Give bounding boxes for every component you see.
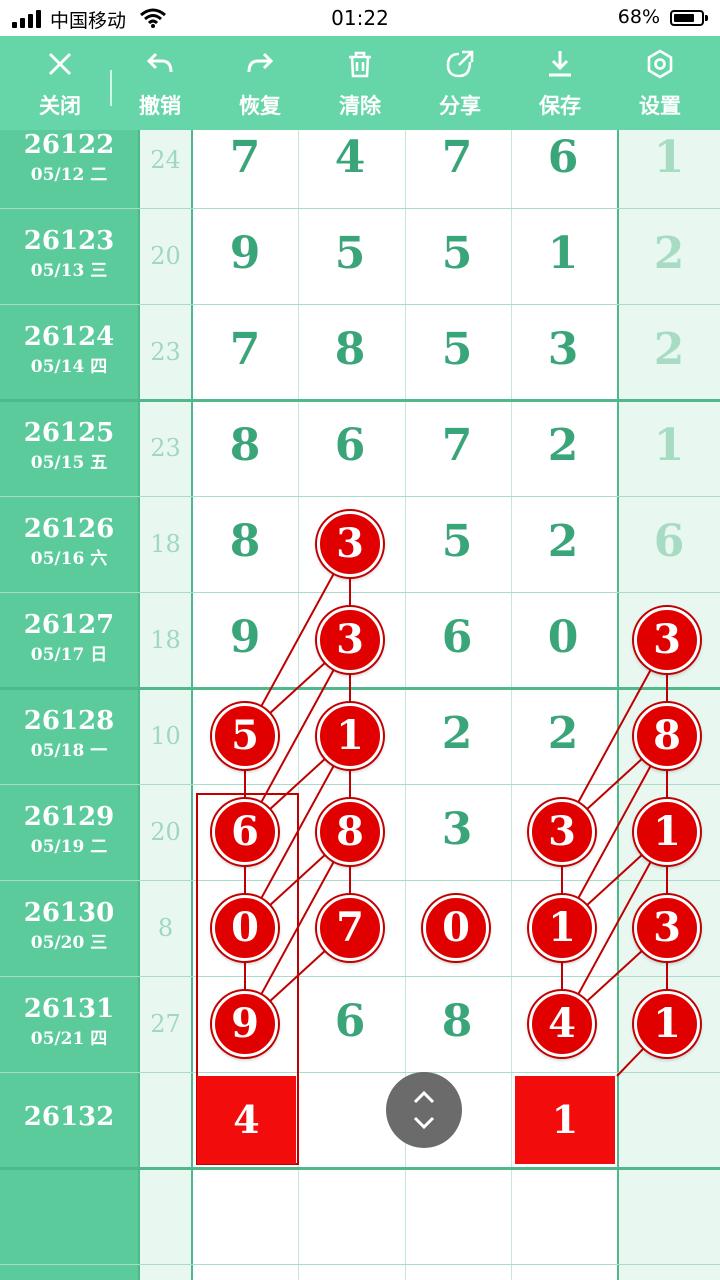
close-button[interactable]: 关闭 [10,36,110,130]
redo-button[interactable]: 恢复 [210,36,310,130]
expand-collapse-icon [413,1090,435,1130]
highlight-ball[interactable]: 7 [317,895,383,961]
highlight-ball[interactable]: 0 [212,895,278,961]
settings-icon [647,49,673,79]
highlight-ball[interactable]: 3 [634,895,700,961]
undo-icon [146,52,173,73]
prediction-box[interactable]: 4 [197,1076,296,1164]
close-icon [48,52,72,76]
save-label: 保存 [539,94,581,118]
prediction-box[interactable]: 1 [515,1076,615,1164]
highlight-ball[interactable]: 3 [317,607,383,673]
clear-button[interactable]: 清除 [310,36,410,130]
highlight-ball[interactable]: 4 [529,991,595,1057]
undo-label: 撤销 [139,94,181,118]
close-label: 关闭 [39,94,81,118]
highlight-ball[interactable]: 3 [317,511,383,577]
clock: 01:22 [331,6,389,30]
highlight-ball[interactable]: 3 [529,799,595,865]
redo-label: 恢复 [239,94,281,118]
highlight-ball[interactable]: 8 [317,799,383,865]
undo-button[interactable]: 撤销 [110,36,210,130]
highlight-ball[interactable]: 0 [423,895,489,961]
highlight-ball[interactable]: 1 [529,895,595,961]
highlight-ball[interactable]: 1 [317,703,383,769]
toolbar: 关闭 撤销 恢复 清除 分享 保存 设置 [0,36,720,130]
clear-label: 清除 [339,94,381,118]
battery-icon [670,10,708,26]
share-button[interactable]: 分享 [410,36,510,130]
download-icon [549,51,571,77]
highlight-ball[interactable]: 5 [212,703,278,769]
highlight-ball[interactable]: 6 [212,799,278,865]
settings-label: 设置 [639,94,681,118]
save-button[interactable]: 保存 [510,36,610,130]
share-label: 分享 [439,94,481,118]
trend-chart[interactable]: 26122 05/12 二 24 7 4 7 6 1 26123 05/13 三 20 9 5 5 1 2 26… [0,130,720,1280]
redo-icon [247,52,274,73]
highlight-ball[interactable]: 1 [634,799,700,865]
battery-percent: 68% [617,6,660,28]
trash-icon [349,51,371,78]
highlight-ball[interactable]: 9 [212,991,278,1057]
scroll-toggle-button[interactable] [386,1072,462,1148]
highlight-ball[interactable]: 3 [634,607,700,673]
settings-button[interactable]: 设置 [610,36,710,130]
highlight-ball[interactable]: 8 [634,703,700,769]
status-bar: 中国移动 01:22 68% [0,0,720,36]
highlight-ball[interactable]: 1 [634,991,700,1057]
share-icon [446,50,474,78]
